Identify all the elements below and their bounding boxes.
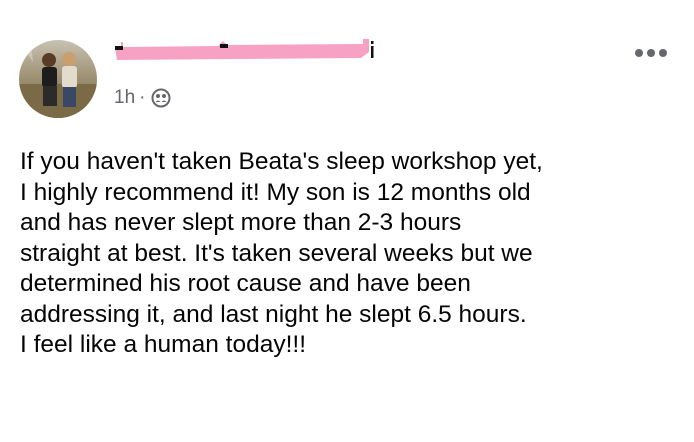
more-options-icon xyxy=(635,49,667,57)
friends-icon-graphic xyxy=(151,88,171,108)
redaction-scribble xyxy=(115,39,374,60)
meta-separator: · xyxy=(139,87,146,108)
friends-icon[interactable] xyxy=(151,88,171,108)
post-meta: 1h · xyxy=(114,83,171,113)
post-body-text: If you haven't taken Beata's sleep works… xyxy=(20,148,543,358)
more-options-button[interactable] xyxy=(628,40,674,66)
avatar-photo xyxy=(19,40,97,118)
facebook-post: 1h · If you haven't taken Beata's sleep … xyxy=(0,0,694,442)
post-timestamp[interactable]: 1h xyxy=(114,87,135,109)
author-avatar[interactable] xyxy=(19,40,97,118)
author-name-redacted[interactable] xyxy=(113,38,375,64)
